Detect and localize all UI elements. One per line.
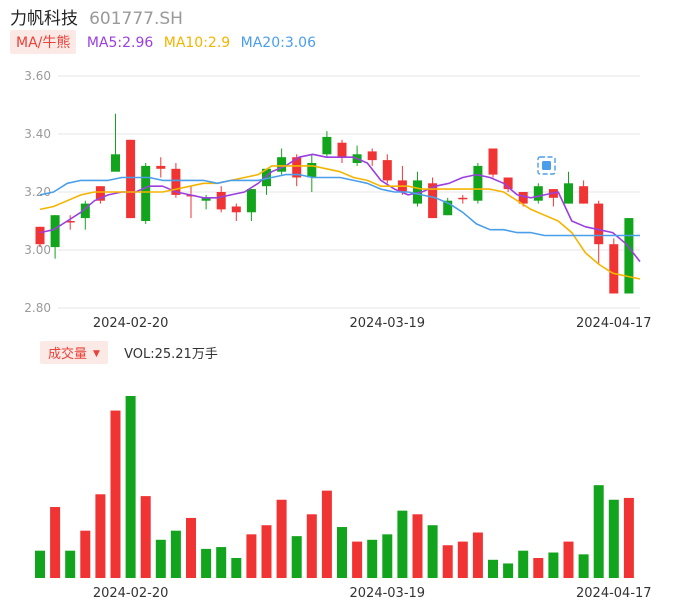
volume-bars: [35, 396, 634, 578]
volume-bar: [548, 552, 559, 578]
candle-body: [382, 160, 392, 181]
volume-x-tick-label: 2024-04-17: [576, 586, 652, 601]
candle-body: [111, 154, 120, 172]
candle-body: [337, 142, 347, 158]
candle-body: [564, 183, 573, 204]
candle-body: [458, 197, 468, 200]
candle-body: [126, 139, 136, 219]
y-tick-label: 3.60: [24, 69, 51, 83]
volume-bar: [337, 527, 347, 578]
volume-bar: [140, 496, 151, 578]
price-axis: 3.60 3.40 3.20 3.00 2.80: [24, 69, 51, 315]
volume-bar: [563, 541, 574, 578]
volume-bar: [412, 514, 423, 578]
volume-x-tick-label: 2024-02-20: [93, 586, 169, 601]
volume-bar: [608, 499, 619, 578]
candle-body: [246, 189, 256, 213]
candle-body: [141, 165, 151, 221]
volume-bar: [488, 559, 498, 578]
volume-bar: [457, 541, 468, 578]
volume-bar: [367, 539, 378, 578]
volume-bar: [261, 525, 272, 578]
candlesticks: [35, 113, 634, 294]
volume-bar: [110, 410, 121, 578]
volume-bar: [442, 545, 453, 578]
volume-bar: [80, 530, 91, 578]
volume-bar: [125, 396, 136, 578]
candle-body: [488, 148, 498, 175]
volume-bar: [170, 530, 181, 578]
volume-bar: [50, 507, 61, 578]
volume-bar: [231, 557, 242, 578]
volume-bar: [593, 485, 604, 578]
volume-bar: [578, 554, 589, 578]
event-marker-dot: [542, 161, 551, 170]
date-axis: 2024-02-20 2024-03-19 2024-04-17: [93, 316, 652, 331]
volume-bar: [382, 534, 393, 578]
y-tick-label: 3.40: [24, 127, 51, 141]
volume-bar: [201, 548, 212, 578]
volume-bar: [186, 517, 196, 578]
y-tick-label: 2.80: [24, 301, 51, 315]
volume-bar: [276, 499, 287, 578]
candle-body: [473, 165, 483, 201]
candle-body: [533, 186, 543, 201]
candle-body: [216, 192, 226, 210]
candle-body: [50, 215, 60, 248]
candle-body: [594, 203, 604, 245]
volume-bar: [533, 557, 544, 578]
stock-chart: 3.60 3.40 3.20 3.00 2.80 2024-02-20 2024-03-1…: [24, 69, 652, 601]
volume-bar: [503, 563, 514, 578]
volume-bar: [352, 541, 363, 578]
volume-bar: [216, 547, 227, 578]
x-tick-label: 2024-03-19: [350, 316, 426, 331]
x-tick-label: 2024-02-20: [93, 316, 169, 331]
candle-body: [231, 206, 241, 213]
volume-bar: [95, 494, 106, 578]
volume-bar: [246, 534, 257, 578]
y-tick-label: 3.00: [24, 243, 51, 257]
candle-body: [579, 186, 589, 204]
candle-body: [624, 218, 634, 294]
volume-bar: [472, 532, 483, 578]
x-tick-label: 2024-04-17: [576, 316, 652, 331]
volume-bar: [623, 497, 634, 578]
volume-bar: [65, 550, 76, 578]
volume-date-axis: 2024-02-20 2024-03-19 2024-04-17: [93, 586, 652, 601]
volume-bar: [306, 514, 317, 578]
volume-bar: [397, 510, 408, 578]
event-marker[interactable]: [537, 156, 556, 175]
volume-bar: [155, 539, 166, 578]
volume-bar: [321, 490, 332, 578]
candle-body: [156, 165, 166, 169]
volume-bar: [518, 550, 529, 578]
y-tick-label: 3.20: [24, 185, 51, 199]
volume-bar: [35, 550, 45, 578]
candle-body: [367, 151, 377, 161]
candle-body: [322, 136, 332, 155]
candle-body: [35, 226, 45, 245]
volume-bar: [291, 536, 302, 578]
volume-x-tick-label: 2024-03-19: [350, 586, 426, 601]
volume-bar: [427, 525, 438, 578]
candle-body: [609, 244, 619, 294]
